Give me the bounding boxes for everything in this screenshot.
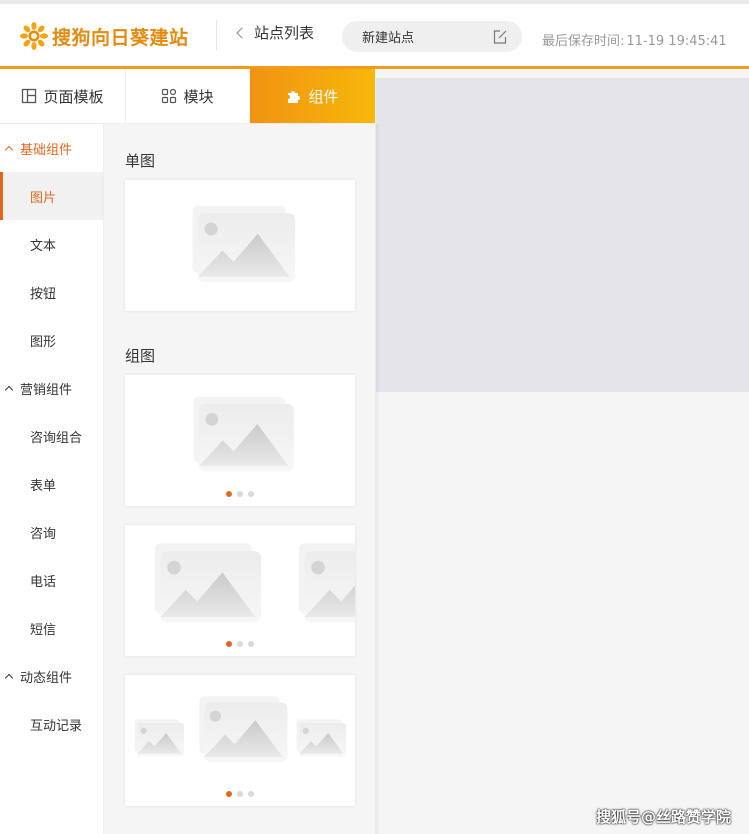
carousel-dot (237, 791, 243, 797)
carousel-dot (248, 641, 254, 647)
image-group-title: 组图 (125, 347, 156, 365)
carousel-dot-active (226, 491, 232, 497)
image-placeholder-icon (185, 200, 297, 288)
top-header: 搜狗向日葵建站 站点列表 新建站点 最后保存时间: 11-19 19:45:41 (0, 0, 749, 69)
component-category-sidebar: 基础组件 图片 文本 按钮 图形 营销组件 咨询组合 表单 咨询 电话 短信 动… (0, 124, 104, 834)
caret-up-icon (4, 673, 14, 682)
sidebar-group-marketing[interactable]: 营销组件 (0, 364, 103, 412)
site-name-pill[interactable]: 新建站点 (342, 21, 522, 52)
sidebar-group-basic[interactable]: 基础组件 (0, 124, 103, 172)
panel-shadow (375, 124, 381, 834)
sidebar-item-phone[interactable]: 电话 (0, 556, 103, 604)
image-placeholder-icon (185, 393, 297, 475)
group-label: 营销组件 (20, 382, 73, 398)
image-carousel-double[interactable] (125, 525, 355, 656)
carousel-dots (125, 641, 355, 647)
carousel-dot-active (226, 641, 232, 647)
site-name: 新建站点 (362, 31, 415, 46)
carousel-dot (248, 791, 254, 797)
single-image-title: 单图 (125, 152, 156, 170)
sidebar-item-consult[interactable]: 咨询 (0, 508, 103, 556)
sidebar-item-shape[interactable]: 图形 (0, 316, 103, 364)
component-panel: 单图 组图 (105, 124, 375, 834)
sidebar-group-dynamic[interactable]: 动态组件 (0, 652, 103, 700)
sidebar-item-consult-combo[interactable]: 咨询组合 (0, 412, 103, 460)
panel-tabs: 页面模板 模块 组件 (0, 69, 375, 124)
sidebar-item-interaction-log[interactable]: 互动记录 (0, 700, 103, 748)
image-placeholder-icon (193, 691, 289, 767)
tab-modules[interactable]: 模块 (126, 69, 250, 123)
carousel-dots (125, 491, 355, 497)
carousel-dot (248, 491, 254, 497)
sidebar-item-text[interactable]: 文本 (0, 220, 103, 268)
puzzle-icon (288, 91, 301, 103)
sidebar-item-image[interactable]: 图片 (0, 172, 103, 220)
tab-label: 组件 (308, 87, 339, 106)
single-image-component[interactable] (125, 180, 355, 311)
carousel-dots (125, 791, 355, 797)
sidebar-item-sms[interactable]: 短信 (0, 604, 103, 652)
save-time-label: 最后保存时间: (542, 34, 625, 49)
edit-icon[interactable] (492, 29, 508, 45)
image-carousel-single[interactable] (125, 375, 355, 506)
group-label: 动态组件 (20, 670, 73, 686)
image-placeholder-icon (131, 717, 185, 759)
watermark-text: 搜狐号@丝路赞学院 (596, 808, 732, 826)
logo[interactable]: 搜狗向日葵建站 (20, 22, 189, 50)
tab-components[interactable]: 组件 (250, 69, 375, 123)
back-to-site-list-link[interactable]: 站点列表 (236, 22, 315, 43)
save-time-value: 11-19 19:45:41 (626, 34, 727, 49)
image-carousel-triple[interactable] (125, 675, 355, 806)
tab-label: 页面模板 (43, 87, 104, 106)
header-divider (216, 20, 217, 50)
carousel-dot-active (226, 791, 232, 797)
image-placeholder-icon (293, 717, 347, 759)
logo-text: 搜狗向日葵建站 (52, 26, 189, 49)
tab-page-template[interactable]: 页面模板 (0, 69, 126, 123)
template-icon (22, 88, 37, 104)
caret-up-icon (4, 145, 14, 154)
sidebar-item-form[interactable]: 表单 (0, 460, 103, 508)
group-label: 基础组件 (20, 142, 73, 158)
last-save-time: 最后保存时间: 11-19 19:45:41 (542, 30, 727, 49)
image-placeholder-icon (291, 539, 355, 627)
image-placeholder-icon (147, 539, 263, 627)
module-grid-icon (162, 88, 177, 104)
sunflower-logo-icon (20, 22, 48, 50)
carousel-dot (237, 491, 243, 497)
chevron-left-icon (236, 27, 248, 39)
editor-canvas[interactable] (376, 78, 749, 392)
caret-up-icon (4, 385, 14, 394)
carousel-dot (237, 641, 243, 647)
tab-label: 模块 (183, 87, 214, 106)
back-label: 站点列表 (254, 24, 315, 42)
sidebar-item-button[interactable]: 按钮 (0, 268, 103, 316)
